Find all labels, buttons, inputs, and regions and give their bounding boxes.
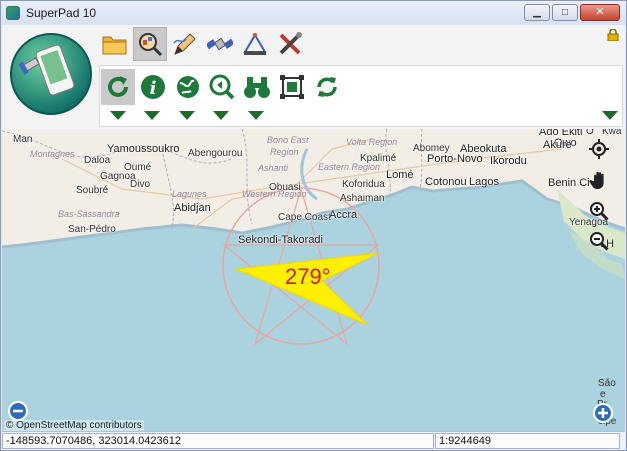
zoom-in-tool-button[interactable] bbox=[588, 200, 610, 222]
map-label-abidjan: Abidjan bbox=[174, 202, 211, 214]
window-title: SuperPad 10 bbox=[26, 6, 97, 20]
map-label-sekondi-takoradi: Sekondi-Takoradi bbox=[238, 234, 323, 246]
locate-button[interactable] bbox=[588, 138, 610, 160]
map-label-obuasi: Obuasi bbox=[269, 182, 301, 193]
hand-icon bbox=[589, 171, 604, 189]
tab-tools[interactable] bbox=[273, 27, 307, 61]
tab-survey[interactable] bbox=[238, 27, 272, 61]
close-icon: ✕ bbox=[595, 6, 605, 18]
map-label-lome: Lomé bbox=[386, 169, 414, 181]
zoom-extent-icon bbox=[280, 75, 304, 99]
tool-tabs bbox=[98, 27, 308, 63]
tool-panel: i bbox=[99, 65, 623, 127]
map-label-eastern-region: Eastern Region bbox=[318, 162, 381, 172]
map-label-region: Region bbox=[270, 147, 299, 157]
map-label-kwa: Kwa bbox=[602, 129, 622, 137]
map-label-o: O bbox=[586, 129, 594, 137]
refresh-arrow-icon bbox=[108, 76, 128, 97]
tab-edit[interactable] bbox=[168, 27, 202, 61]
search-map-icon bbox=[139, 33, 163, 57]
lock-icon[interactable] bbox=[607, 29, 619, 41]
scale-readout: 1:9244649 bbox=[435, 433, 620, 449]
map-label-sao: São bbox=[598, 378, 616, 389]
svg-text:i: i bbox=[150, 78, 157, 99]
tab-gps[interactable] bbox=[203, 27, 237, 61]
zoom-previous-icon bbox=[209, 74, 235, 100]
satellite-icon bbox=[207, 37, 233, 51]
maximize-button[interactable]: □ bbox=[552, 4, 578, 21]
sync-icon bbox=[317, 77, 337, 97]
map-label-ikorodu: Ikorodu bbox=[490, 155, 527, 167]
map-label-abengourou: Abengourou bbox=[188, 148, 243, 159]
map-label-san-pedro: San-Pédro bbox=[68, 224, 116, 235]
binoculars-icon bbox=[244, 77, 270, 98]
map-label-koforidua: Koforidua bbox=[342, 179, 385, 190]
globe-icon bbox=[177, 76, 199, 98]
binoculars-dropdown-icon[interactable] bbox=[248, 111, 264, 120]
app-icon bbox=[6, 6, 20, 20]
map-label-soubre: Soubré bbox=[76, 185, 109, 196]
refresh-button[interactable] bbox=[101, 69, 135, 105]
identify-button[interactable]: i bbox=[136, 69, 170, 105]
app-logo[interactable] bbox=[8, 31, 94, 117]
draw-pencil-icon bbox=[173, 33, 196, 55]
maximize-icon: □ bbox=[561, 6, 569, 18]
tools-icon bbox=[279, 32, 302, 55]
close-button[interactable]: ✕ bbox=[580, 4, 620, 21]
map-label-benin-city: Benin Ci bbox=[548, 177, 590, 189]
identify-dropdown-icon[interactable] bbox=[144, 111, 160, 120]
coordinate-readout: -148593.7070486, 323014.0423612 bbox=[2, 433, 434, 449]
map-label-accra: Accra bbox=[329, 209, 358, 221]
binoculars-button[interactable] bbox=[240, 69, 274, 105]
map-label-cape-coast: Cape Coast bbox=[278, 212, 331, 223]
zoom-out-button[interactable] bbox=[8, 401, 28, 421]
map-label-bono-east: Bono East bbox=[267, 135, 309, 145]
map-label-yamoussoukro: Yamoussoukro bbox=[107, 143, 180, 155]
zoom-in-icon bbox=[590, 202, 609, 221]
minimize-icon: ▁ bbox=[533, 6, 541, 18]
map-label-lagunes: Lagunes bbox=[172, 189, 207, 199]
refresh-dropdown-icon[interactable] bbox=[110, 111, 126, 120]
map-label-man: Man bbox=[13, 134, 33, 145]
map-label-oume: Oumé bbox=[124, 162, 152, 173]
app-window: SuperPad 10 ▁ □ ✕ i Man Montagnes Yamous… bbox=[0, 0, 627, 451]
globe-dropdown-icon[interactable] bbox=[179, 111, 195, 120]
map-label-cotonou: Cotonou bbox=[425, 176, 467, 188]
crosshair-icon bbox=[589, 139, 609, 159]
pan-button[interactable] bbox=[588, 169, 610, 191]
globe-button[interactable] bbox=[171, 69, 205, 105]
map-attribution[interactable]: © OpenStreetMap contributors bbox=[4, 420, 144, 431]
ribbon-toolbar: i bbox=[2, 25, 625, 129]
zoom-extent-button[interactable] bbox=[275, 69, 309, 105]
info-icon: i bbox=[141, 75, 165, 99]
tab-view[interactable] bbox=[133, 27, 167, 61]
title-bar: SuperPad 10 ▁ □ ✕ bbox=[1, 1, 626, 25]
zoom-out-tool-button[interactable] bbox=[588, 230, 610, 252]
map-label-ashanti: Ashanti bbox=[258, 163, 289, 173]
zoom-previous-dropdown-icon[interactable] bbox=[213, 111, 229, 120]
map-label-abeokuta: Abeokuta bbox=[460, 143, 507, 155]
sync-button[interactable] bbox=[310, 69, 344, 105]
folder-icon bbox=[102, 36, 127, 55]
tab-project[interactable] bbox=[98, 27, 132, 61]
plus-icon bbox=[598, 408, 608, 418]
zoom-out-icon bbox=[590, 232, 609, 251]
map-label-akure: Akure bbox=[543, 139, 572, 151]
map-label-lagos: Lagos bbox=[469, 176, 499, 188]
survey-instrument-icon bbox=[243, 33, 267, 55]
map-label-divo: Divo bbox=[130, 179, 151, 190]
map-label-bas-sassandra: Bas-Sassandra bbox=[58, 209, 120, 219]
map-canvas[interactable]: Man Montagnes Yamoussoukro Abengourou Da… bbox=[2, 129, 625, 431]
status-bar: -148593.7070486, 323014.0423612 1:924464… bbox=[2, 431, 625, 450]
panel-expand-icon[interactable] bbox=[602, 111, 618, 120]
heading-readout: 279° bbox=[285, 264, 331, 289]
map-label-montagnes: Montagnes bbox=[30, 149, 75, 159]
minimize-button[interactable]: ▁ bbox=[524, 4, 550, 21]
zoom-previous-button[interactable] bbox=[205, 69, 239, 105]
map-label-volta-region: Volta Region bbox=[346, 137, 398, 147]
minus-icon bbox=[13, 409, 23, 413]
map-label-daloa: Daloa bbox=[84, 155, 111, 166]
map-label-ashaiman: Ashaiman bbox=[340, 193, 385, 204]
zoom-in-button[interactable] bbox=[593, 403, 613, 423]
